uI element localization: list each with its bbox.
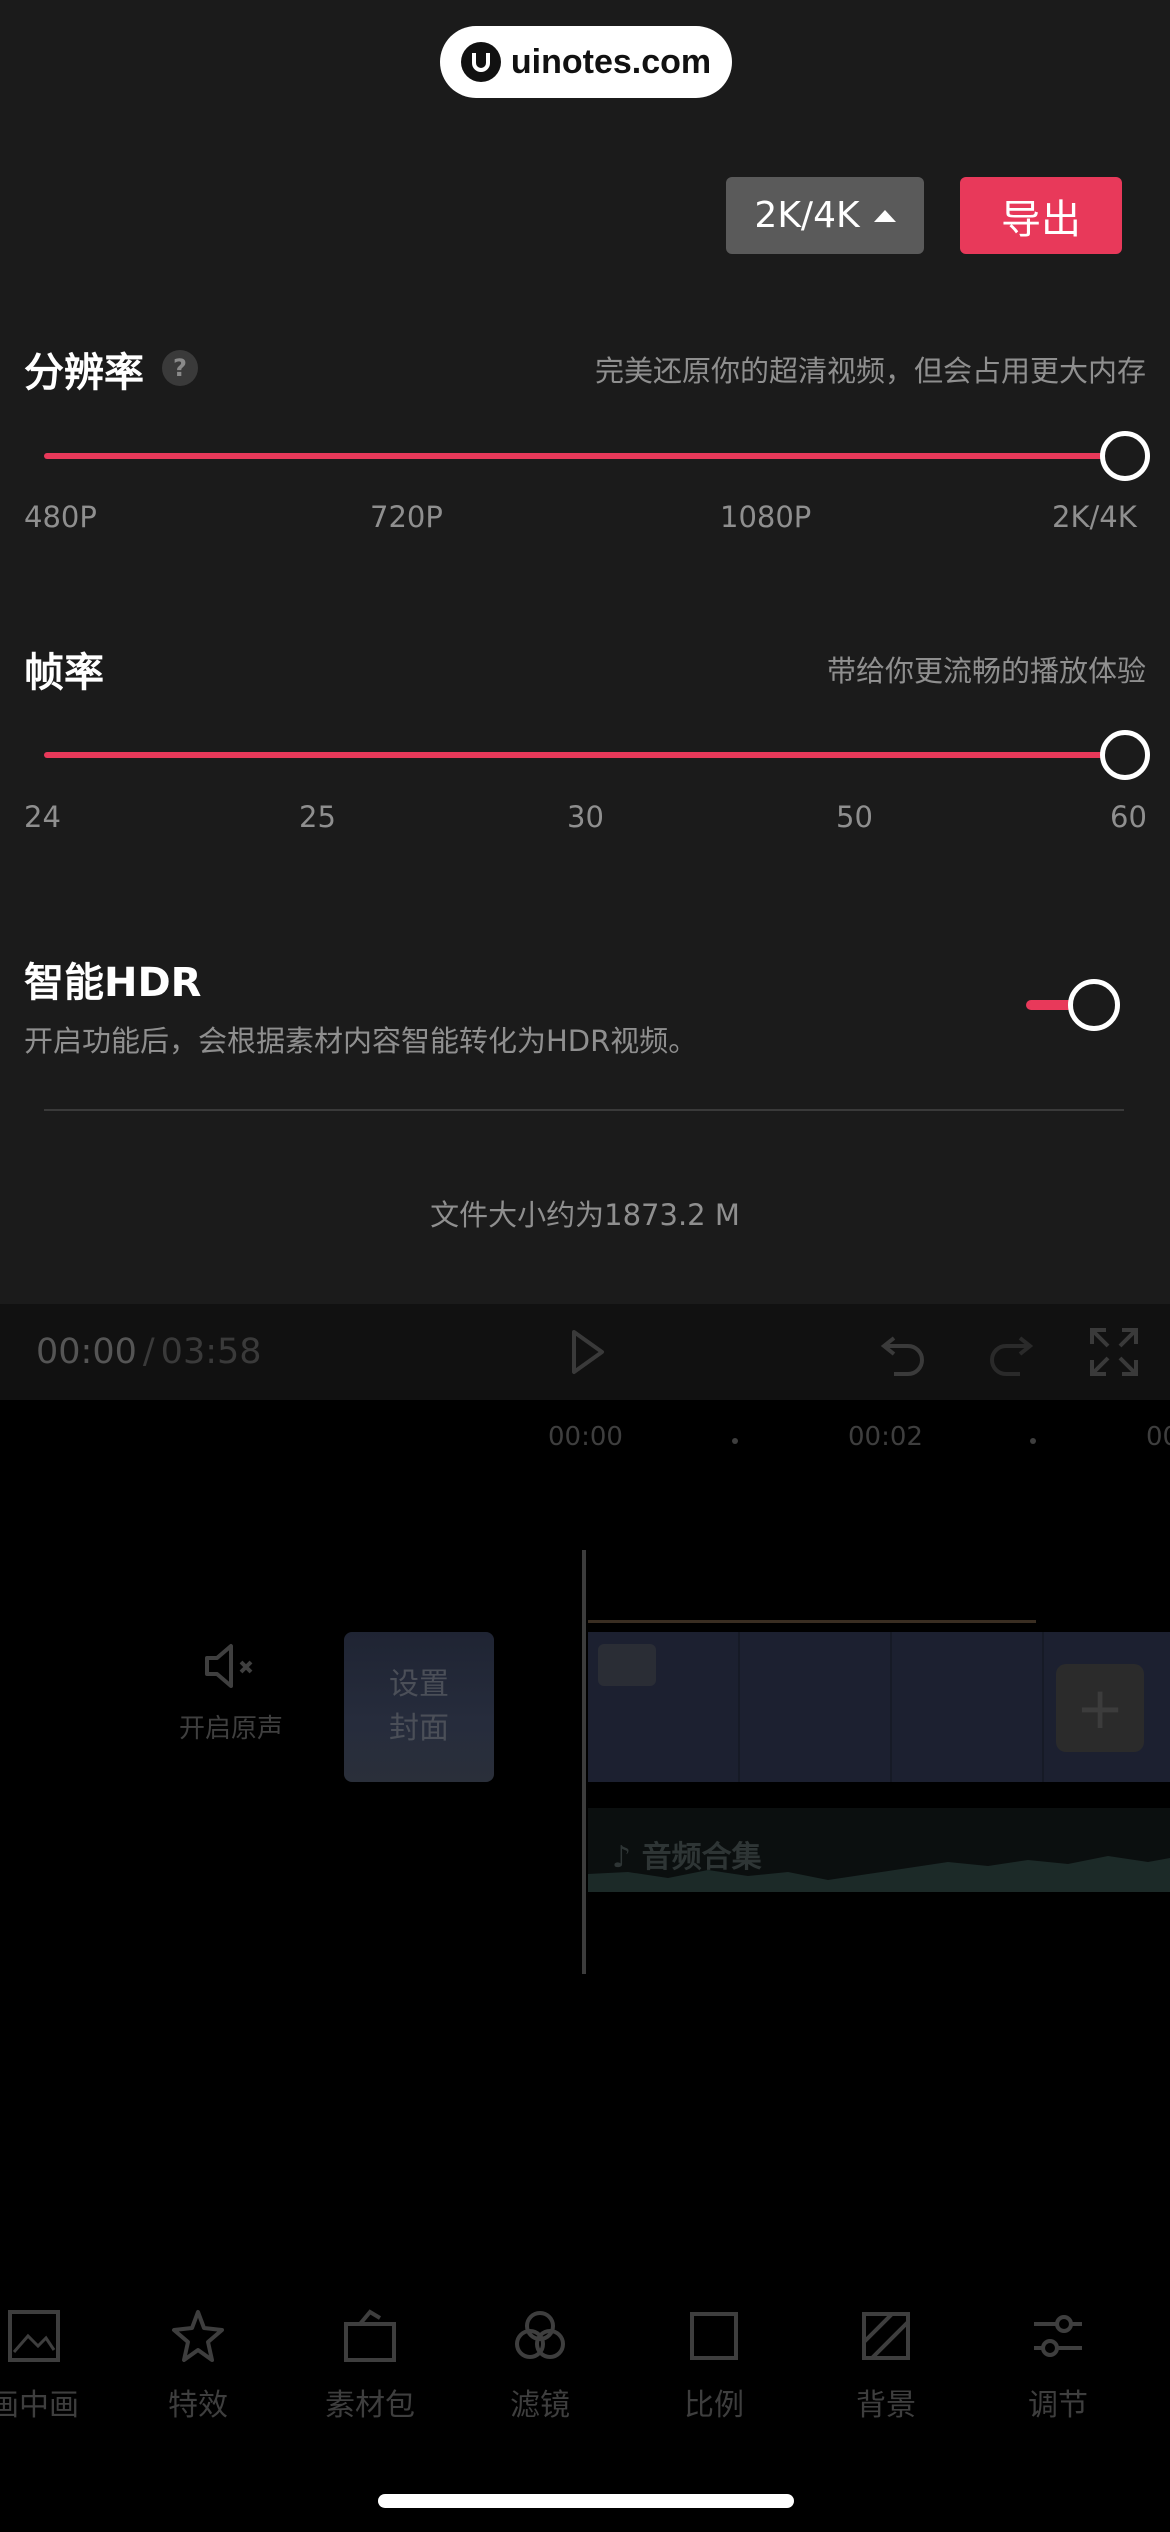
video-editor: 00:00/03:58 00:00 00:02 00 开启原声 设置封面 (0, 1304, 1170, 2532)
player-bar: 00:00/03:58 (0, 1304, 1170, 1400)
resolution-tick: 480P (24, 500, 97, 534)
framerate-tick: 25 (299, 800, 336, 834)
resolution-tick: 720P (370, 500, 443, 534)
toolbar-item-filter[interactable]: 滤镜 (480, 2306, 600, 2424)
export-settings-sheet: uinotes.com 2K/4K 导出 分辨率 ? 完美还原你的超清视频，但会… (0, 0, 1170, 1304)
redo-icon[interactable] (982, 1324, 1038, 1380)
timeline-ruler: 00:00 00:02 00 (0, 1414, 1170, 1464)
caret-up-icon (873, 209, 896, 222)
add-clip-button[interactable]: + (1056, 1664, 1144, 1752)
resolution-title: 分辨率 (24, 350, 144, 396)
original-audio-toggle[interactable]: 开启原声 (176, 1642, 286, 1745)
clip-mute-icon (598, 1644, 656, 1686)
framerate-tick: 24 (24, 800, 61, 834)
framerate-description: 带给你更流畅的播放体验 (826, 654, 1146, 688)
toolbar-label: 滤镜 (510, 2388, 570, 2423)
ratio-icon (690, 2312, 738, 2360)
clip-trim-line (588, 1620, 1036, 1623)
toolbar-item-effects[interactable]: 特效 (138, 2306, 258, 2424)
framerate-slider-track[interactable] (44, 752, 1124, 758)
current-time: 00:00 (36, 1332, 137, 1372)
toolbar-item-adjust[interactable]: 调节 (998, 2306, 1118, 2424)
framerate-tick: 60 (1110, 800, 1147, 834)
resolution-slider-track[interactable] (44, 453, 1124, 459)
toolbar-item-background[interactable]: 背景 (826, 2306, 946, 2424)
audio-label: ♪ 音频合集 (612, 1840, 762, 1875)
hdr-toggle-knob (1068, 979, 1120, 1031)
uinotes-logo-icon (460, 42, 501, 82)
hdr-description: 开启功能后，会根据素材内容智能转化为HDR视频。 (24, 1024, 698, 1058)
material-pack-icon (344, 2309, 396, 2362)
watermark-text: uinotes.com (510, 42, 712, 81)
resolution-tick: 1080P (720, 500, 812, 534)
fullscreen-icon[interactable] (1086, 1324, 1142, 1380)
effects-star-icon (172, 2310, 224, 2362)
divider (44, 1109, 1124, 1111)
time-separator: / (142, 1332, 155, 1372)
hdr-title: 智能HDR (24, 960, 202, 1006)
resolution-pill-label: 2K/4K (754, 195, 860, 236)
toolbar-item-material[interactable]: 素材包 (310, 2306, 430, 2424)
timeline-tick: 00 (1146, 1422, 1170, 1452)
set-cover-button[interactable]: 设置封面 (344, 1632, 494, 1782)
playhead[interactable] (582, 1550, 586, 1974)
resolution-tick: 2K/4K (1052, 500, 1137, 534)
file-size-estimate: 文件大小约为1873.2 M (430, 1198, 740, 1232)
timeline-tick: 00:00 (548, 1422, 623, 1452)
picture-in-picture-icon (8, 2310, 60, 2362)
hdr-toggle[interactable] (1024, 976, 1124, 1032)
home-indicator (378, 2494, 794, 2508)
play-icon[interactable] (558, 1324, 614, 1380)
adjust-icon (1034, 2315, 1082, 2357)
resolution-slider-knob[interactable] (1100, 431, 1150, 481)
toolbar-label: 画中画 (0, 2388, 79, 2423)
export-button[interactable]: 导出 (960, 177, 1122, 254)
toolbar-item-ratio[interactable]: 比例 (654, 2306, 774, 2424)
framerate-tick: 30 (567, 800, 604, 834)
framerate-title: 帧率 (24, 650, 104, 696)
toolbar-label: 特效 (168, 2388, 228, 2423)
framerate-slider-knob[interactable] (1100, 730, 1150, 780)
playback-time: 00:00/03:58 (36, 1332, 262, 1372)
total-time: 03:58 (160, 1332, 262, 1372)
bottom-toolbar: 画中画 特效 素材包 滤镜 比例 背景 调节 (0, 2306, 1170, 2436)
framerate-tick: 50 (836, 800, 873, 834)
timeline-tick: 00:02 (848, 1422, 923, 1452)
toolbar-item-pip[interactable]: 画中画 (0, 2306, 94, 2424)
toolbar-label: 素材包 (325, 2388, 415, 2423)
help-icon[interactable]: ? (162, 350, 198, 386)
watermark-badge: uinotes.com (440, 26, 732, 98)
undo-icon[interactable] (876, 1324, 932, 1380)
speaker-muted-icon (205, 1644, 253, 1688)
resolution-pill[interactable]: 2K/4K (726, 177, 924, 254)
background-icon (862, 2312, 910, 2360)
audio-label-text: 音频合集 (641, 1840, 762, 1875)
toolbar-label: 调节 (1028, 2388, 1088, 2423)
toolbar-label: 比例 (684, 2388, 744, 2423)
resolution-description: 完美还原你的超清视频，但会占用更大内存 (594, 354, 1146, 388)
cover-label: 设置封面 (389, 1667, 449, 1746)
toolbar-label: 背景 (856, 2388, 916, 2423)
timeline-dot (732, 1438, 738, 1444)
filter-icon (515, 2311, 565, 2359)
timeline-dot (1030, 1438, 1036, 1444)
mute-label: 开启原声 (178, 1714, 283, 1744)
